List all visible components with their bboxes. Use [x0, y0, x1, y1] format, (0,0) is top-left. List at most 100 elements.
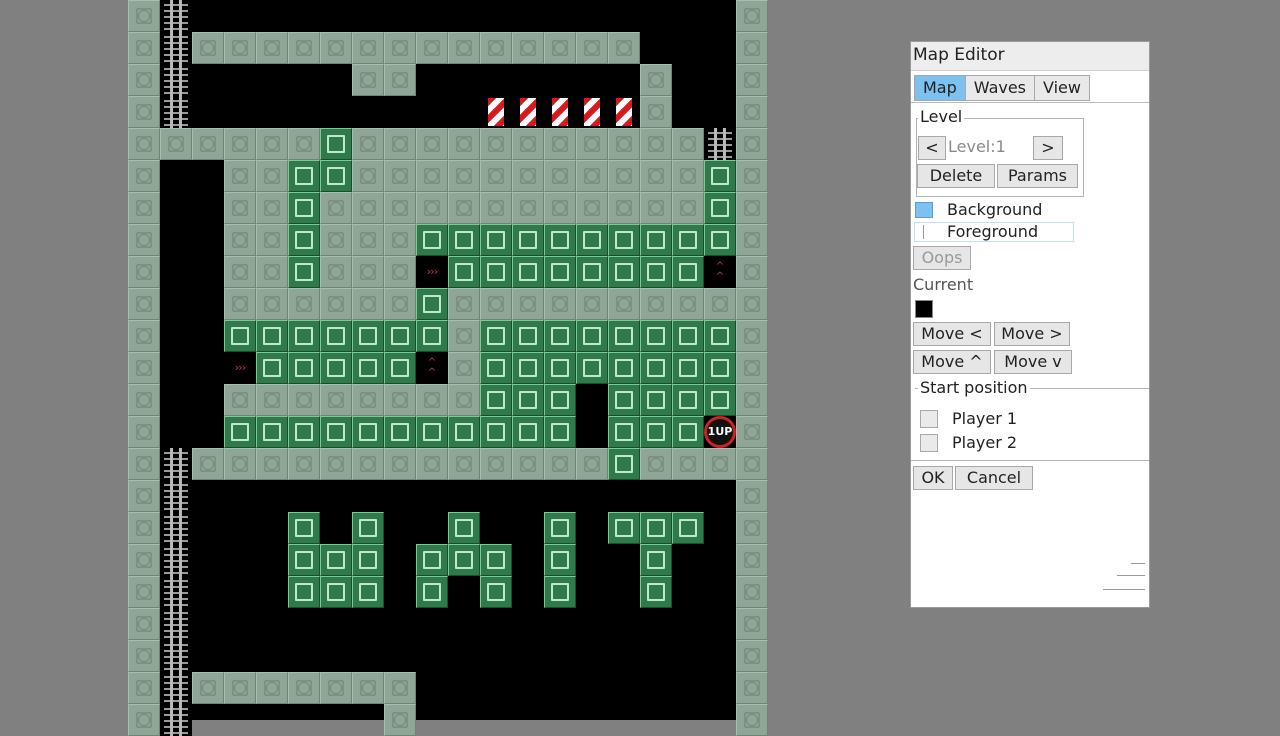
- stone-tile: [448, 384, 480, 416]
- brick-tile: [288, 352, 320, 384]
- stone-tile: [736, 32, 768, 64]
- stone-tile: [288, 672, 320, 704]
- brick-tile: [320, 576, 352, 608]
- stone-tile: [160, 128, 192, 160]
- ok-button[interactable]: OK: [913, 466, 953, 490]
- stone-tile: [320, 672, 352, 704]
- brick-tile: [608, 416, 640, 448]
- ladder-tile: [160, 0, 192, 32]
- stone-tile: [128, 480, 160, 512]
- stone-tile: [608, 288, 640, 320]
- stone-tile: [640, 128, 672, 160]
- layer-foreground[interactable]: Foreground: [947, 223, 1038, 241]
- stone-tile: [736, 704, 768, 736]
- conveyor-up-icon: ^ ^: [416, 352, 448, 384]
- stone-tile: [736, 416, 768, 448]
- stone-tile: [192, 672, 224, 704]
- stone-tile: [736, 192, 768, 224]
- stone-tile: [192, 128, 224, 160]
- level-prev-button[interactable]: <: [918, 136, 946, 160]
- map-canvas[interactable]: ››› ››› ^ ^ ^ ^ 1UP: [128, 0, 768, 736]
- level-params-button[interactable]: Params: [997, 164, 1078, 188]
- player1-checkbox[interactable]: [920, 410, 938, 428]
- brick-tile: [608, 448, 640, 480]
- move-down-button[interactable]: Move v: [994, 350, 1072, 374]
- brick-tile: [416, 576, 448, 608]
- move-left-button[interactable]: Move <: [913, 322, 991, 346]
- brick-tile: [352, 544, 384, 576]
- stone-tile: [736, 320, 768, 352]
- ladder-tile: [160, 96, 192, 128]
- stone-tile: [128, 416, 160, 448]
- stone-tile: [448, 32, 480, 64]
- player2-label: Player 2: [952, 433, 1018, 452]
- brick-tile: [320, 128, 352, 160]
- stone-tile: [384, 32, 416, 64]
- brick-tile: [576, 224, 608, 256]
- stone-tile: [128, 320, 160, 352]
- stone-tile: [576, 448, 608, 480]
- stone-tile: [544, 160, 576, 192]
- stone-tile: [256, 288, 288, 320]
- stone-tile: [128, 160, 160, 192]
- stone-tile: [352, 160, 384, 192]
- stone-tile: [128, 192, 160, 224]
- stone-tile: [288, 448, 320, 480]
- delete-level-button[interactable]: Delete: [917, 164, 995, 188]
- brick-tile: [480, 224, 512, 256]
- level-group-label: Level: [918, 107, 965, 126]
- layer-background[interactable]: Background: [947, 201, 1042, 219]
- stone-tile: [320, 448, 352, 480]
- brick-tile: [512, 416, 544, 448]
- brick-tile: [480, 320, 512, 352]
- stone-tile: [736, 128, 768, 160]
- stone-tile: [672, 192, 704, 224]
- oops-button[interactable]: Oops: [913, 246, 971, 270]
- stone-tile: [288, 384, 320, 416]
- empty-tile: [576, 416, 608, 448]
- stone-tile: [736, 608, 768, 640]
- brick-tile: [576, 352, 608, 384]
- move-right-button[interactable]: Move >: [994, 322, 1070, 346]
- player1-label: Player 1: [952, 409, 1018, 428]
- stone-tile: [704, 288, 736, 320]
- stone-tile: [640, 288, 672, 320]
- stone-tile: [256, 192, 288, 224]
- stone-tile: [544, 192, 576, 224]
- brick-tile: [448, 416, 480, 448]
- start-position-label: Start position: [918, 378, 1030, 397]
- empty-tile: [160, 288, 192, 320]
- resize-grip[interactable]: [1103, 563, 1145, 593]
- current-tile-swatch[interactable]: [915, 300, 933, 318]
- brick-tile: [288, 256, 320, 288]
- tab-map[interactable]: Map: [914, 75, 966, 101]
- brick-tile: [448, 224, 480, 256]
- brick-tile: [416, 320, 448, 352]
- player2-checkbox[interactable]: [920, 434, 938, 452]
- stone-tile: [736, 672, 768, 704]
- stone-tile: [384, 384, 416, 416]
- stone-tile: [736, 384, 768, 416]
- cancel-button[interactable]: Cancel: [955, 466, 1033, 490]
- brick-tile: [416, 416, 448, 448]
- stone-tile: [640, 160, 672, 192]
- level-next-button[interactable]: >: [1033, 136, 1063, 160]
- tab-view[interactable]: View: [1034, 75, 1090, 101]
- stone-tile: [512, 160, 544, 192]
- brick-tile: [480, 256, 512, 288]
- start-position-group: [915, 388, 1149, 462]
- tab-waves[interactable]: Waves: [964, 75, 1036, 101]
- stone-tile: [480, 128, 512, 160]
- background-layer-swatch[interactable]: [915, 202, 933, 218]
- stone-tile: [608, 128, 640, 160]
- move-up-button[interactable]: Move ^: [913, 350, 991, 374]
- stone-tile: [640, 64, 672, 96]
- brick-tile: [640, 576, 672, 608]
- stone-tile: [256, 256, 288, 288]
- stone-tile: [320, 192, 352, 224]
- brick-tile: [288, 160, 320, 192]
- brick-tile: [704, 224, 736, 256]
- conveyor-up-icon: ^ ^: [704, 256, 736, 288]
- hazard-pillar-tile: [486, 96, 506, 128]
- brick-tile: [640, 544, 672, 576]
